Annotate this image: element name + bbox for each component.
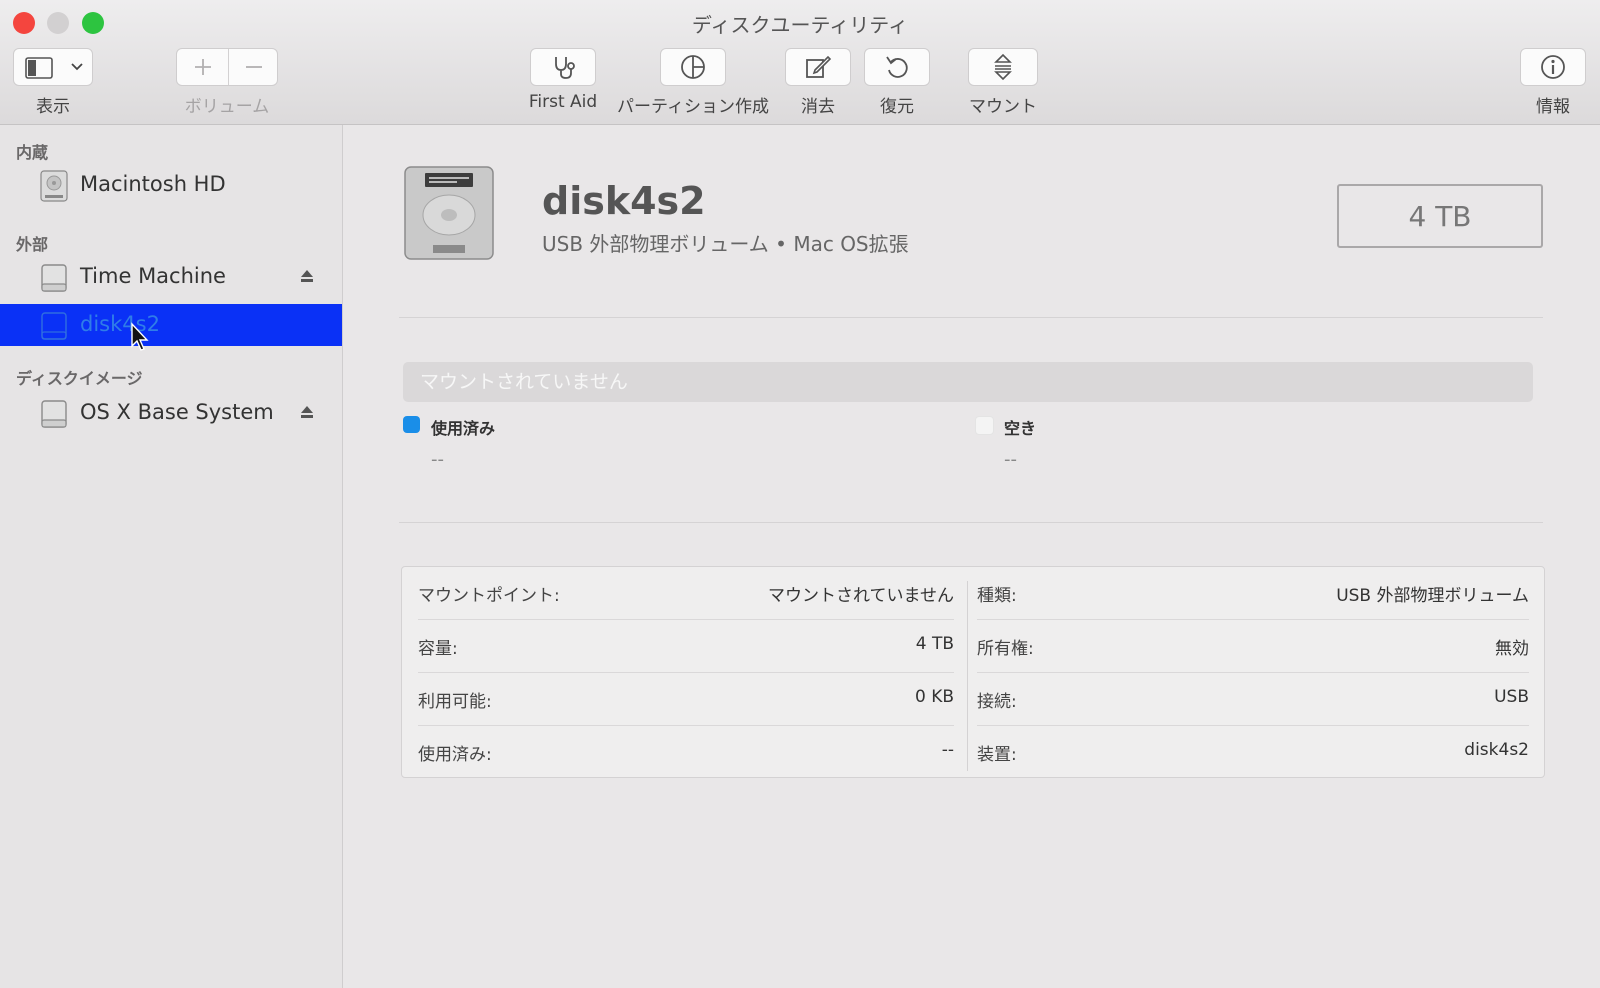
info-table: マウントポイント: マウントされていません 容量: 4 TB 利用可能: 0 K… (401, 566, 1545, 778)
info-label: 情報 (1536, 97, 1570, 117)
info-icon (1541, 55, 1565, 79)
sidebar-item-label: OS X Base System (80, 400, 274, 424)
plus-icon (194, 59, 211, 75)
info-value: USB (1494, 687, 1529, 707)
info-key: 接続: (977, 692, 1017, 712)
info-row: 容量: 4 TB (402, 620, 954, 673)
info-row: 装置: disk4s2 (961, 726, 1529, 779)
used-legend-value: -- (431, 449, 444, 470)
first-aid-label: First Aid (528, 92, 598, 112)
info-key: 容量: (418, 639, 458, 659)
info-value: -- (941, 740, 954, 760)
info-row: 使用済み: -- (402, 726, 954, 779)
volume-segmented-control (176, 48, 278, 86)
view-button[interactable] (13, 48, 93, 86)
info-row: マウントポイント: マウントされていません (402, 567, 954, 620)
info-row: 所有権: 無効 (961, 620, 1529, 673)
minus-icon (245, 66, 262, 68)
volume-size-box: 4 TB (1337, 184, 1543, 248)
free-legend-value: -- (1004, 449, 1017, 470)
pie-chart-icon (681, 55, 705, 79)
info-value: 0 KB (914, 687, 954, 707)
sidebar-item-time-machine[interactable]: Time Machine (0, 256, 342, 298)
sidebar-item-label: Time Machine (80, 264, 226, 288)
volume-description: USB 外部物理ボリューム • Mac OS拡張 (542, 232, 909, 256)
add-volume-button[interactable] (177, 49, 228, 85)
info-row: 利用可能: 0 KB (402, 673, 954, 726)
info-column-right: 種類: USB 外部物理ボリューム 所有権: 無効 接続: USB 装置: di… (961, 567, 1529, 777)
usage-bar: マウントされていません (403, 362, 1533, 402)
restore-arrow-icon (886, 56, 908, 78)
divider (399, 317, 1543, 318)
info-key: 装置: (977, 745, 1017, 765)
info-value: USB 外部物理ボリューム (1336, 586, 1529, 606)
sidebar-item-os-x-base-system[interactable]: OS X Base System (0, 392, 342, 434)
sidebar-item-disk4s2[interactable]: disk4s2 (0, 304, 342, 351)
info-value: マウントされていません (768, 586, 954, 606)
sidebar-section-disk-images: ディスクイメージ (16, 369, 143, 388)
used-legend-label: 使用済み (431, 419, 496, 438)
info-button[interactable] (1520, 48, 1586, 86)
info-key: 種類: (977, 586, 1017, 606)
chevron-down-icon (70, 59, 84, 75)
divider (399, 522, 1543, 523)
pencil-edit-icon (806, 55, 832, 78)
external-drive-icon (40, 310, 68, 346)
info-key: 所有権: (977, 639, 1034, 659)
hard-drive-icon (399, 163, 499, 267)
sidebar-item-label: Macintosh HD (80, 172, 226, 196)
info-row: 種類: USB 外部物理ボリューム (961, 567, 1529, 620)
info-key: 利用可能: (418, 692, 492, 712)
stethoscope-icon (555, 57, 575, 79)
mount-label: マウント (969, 97, 1037, 117)
disk-utility-window: ディスクユーティリティ 表示 ボリューム First Aid パーティション作成… (0, 0, 1600, 988)
eject-icon[interactable] (299, 268, 315, 288)
info-value: 4 TB (915, 634, 954, 654)
sidebar-section-external: 外部 (16, 235, 49, 254)
mount-button[interactable] (968, 48, 1038, 86)
info-value: 無効 (1495, 639, 1529, 659)
partition-label: パーティション作成 (617, 97, 769, 117)
mount-arrows-icon (994, 53, 1012, 81)
used-swatch (403, 416, 420, 433)
erase-label: 消去 (801, 97, 835, 117)
partition-button[interactable] (660, 48, 726, 86)
remove-volume-button[interactable] (229, 49, 278, 85)
info-column-left: マウントポイント: マウントされていません 容量: 4 TB 利用可能: 0 K… (402, 567, 954, 777)
free-legend-label: 空き (1004, 419, 1037, 438)
sidebar-section-internal: 内蔵 (16, 143, 49, 162)
sidebar-item-macintosh-hd[interactable]: Macintosh HD (0, 164, 342, 206)
restore-button[interactable] (864, 48, 930, 86)
info-key: 使用済み: (418, 745, 492, 765)
volume-label: ボリューム (184, 97, 270, 117)
info-row: 接続: USB (961, 673, 1529, 726)
info-key: マウントポイント: (418, 586, 560, 606)
first-aid-button[interactable] (530, 48, 596, 86)
eject-icon[interactable] (299, 404, 315, 424)
internal-drive-icon (40, 170, 68, 206)
external-drive-icon (40, 262, 68, 298)
erase-button[interactable] (785, 48, 851, 86)
info-value: disk4s2 (1464, 740, 1529, 760)
volume-name: disk4s2 (542, 179, 706, 223)
view-label: 表示 (36, 97, 70, 117)
sidebar: 内蔵 Macintosh HD 外部 Time Machine disk4s2 (0, 125, 343, 988)
window-title: ディスクユーティリティ (691, 13, 909, 37)
toolbar: ディスクユーティリティ 表示 ボリューム First Aid パーティション作成… (0, 0, 1600, 125)
disk-image-icon (40, 398, 68, 434)
mouse-cursor-icon (130, 322, 152, 356)
detail-pane: disk4s2 USB 外部物理ボリューム • Mac OS拡張 4 TB マウ… (343, 125, 1600, 988)
restore-label: 復元 (880, 97, 914, 117)
free-swatch (975, 416, 994, 435)
sidebar-toggle-icon (25, 57, 53, 79)
